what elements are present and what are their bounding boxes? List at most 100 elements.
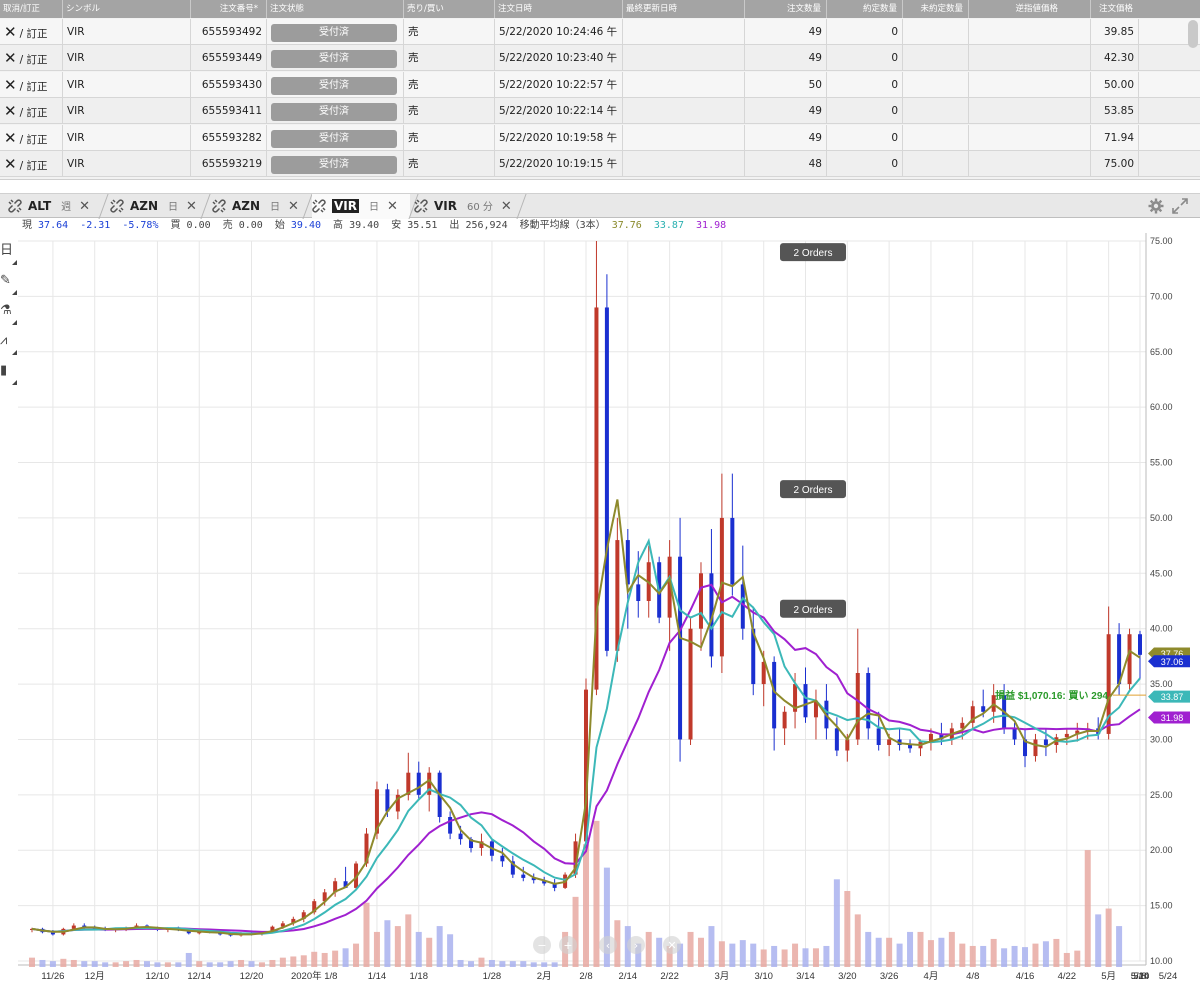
order-marker[interactable]: 2 Orders [780,243,846,262]
x-tick-label: 2020年 1/8 [291,970,337,982]
tab-symbol: VIR [434,199,457,213]
order-unfilled [902,71,968,98]
price-chart[interactable]: 75.00 70.00 65.00 60.00 55.00 50.00 45.00 40.00… [0,233,1200,986]
chart-tab-alt[interactable]: ALT 週 ✕ [8,194,100,219]
chart-tab-azn[interactable]: AZN 日 ✕ [212,194,304,219]
close-tab-icon[interactable]: ✕ [186,199,197,214]
volume-bar [478,957,485,967]
order-symbol: VIR [62,124,190,151]
chart-tab-azn[interactable]: AZN 日 ✕ [110,194,202,219]
header-side[interactable]: 売り/買い [403,0,491,18]
chart-tab-vir[interactable]: VIR 60 分 ✕ [414,194,518,219]
order-list-panel: 取消/訂正 シンボル 注文番号* 注文状態 売り/買い 注文日時 最終更新日時 … [0,0,1200,180]
candle-body [521,874,526,878]
volume-label: 出 [449,220,460,231]
modify-link[interactable]: / 訂正 [20,107,48,119]
order-row[interactable]: ✕ / 訂正 VIR 655593411 受付済売 5/22/2020 10:22:14 … [0,98,1200,125]
candle-body [698,573,703,629]
position-pnl-label: 損益 $1,070.16: 買い 294 [995,689,1108,702]
order-table-scrollbar[interactable] [1188,20,1198,48]
link-broken-icon[interactable] [110,199,124,213]
close-icon[interactable]: ✕ [4,155,17,173]
scroll-right-icon[interactable]: › [627,936,645,954]
header-status[interactable]: 注文状態 [266,0,402,18]
candle-body [782,711,787,729]
candle-body [803,684,808,718]
link-broken-icon[interactable] [312,199,326,213]
header-updated[interactable]: 最終更新日時 [622,0,742,18]
scroll-left-icon[interactable]: ‹ [599,936,617,954]
volume-bar [217,962,224,967]
close-tab-icon[interactable]: ✕ [79,199,90,214]
order-marker[interactable]: 2 Orders [780,480,846,499]
price-tag-label: 33.87 [1161,692,1184,702]
close-icon[interactable]: ✕ [4,102,17,120]
status-badge: 受付済 [271,76,397,95]
price-tag: 31.98 [1148,711,1190,724]
header-datetime[interactable]: 注文日時 [494,0,620,18]
header-unfilled[interactable]: 未約定数量 [902,0,966,18]
link-broken-icon[interactable] [212,199,226,213]
order-order-no: 655593282 [190,124,266,151]
order-row[interactable]: ✕ / 訂正 VIR 655593219 受付済売 5/22/2020 10:19:15 … [0,151,1200,177]
close-tab-icon[interactable]: ✕ [387,199,398,214]
order-price: 39.85 [1090,19,1138,45]
modify-link[interactable]: / 訂正 [20,28,48,40]
modify-link[interactable]: / 訂正 [20,81,48,93]
close-icon[interactable]: ✕ [4,129,17,147]
zoom-in-icon[interactable]: + [559,936,577,954]
chart-tab-bar: ALT 週 ✕ AZN 日 ✕ AZN 日 ✕ VIR 日 ✕ VIR 60 分 ✕ [0,193,1200,219]
header-stop-price[interactable]: 逆指値価格 [968,0,1088,18]
header-filled[interactable]: 約定数量 [826,0,900,18]
high-price: 39.40 [349,220,380,231]
header-qty[interactable]: 注文数量 [744,0,824,18]
order-row[interactable]: ✕ / 訂正 VIR 655593492 受付済売 5/22/2020 10:24:46 … [0,19,1200,45]
modify-link[interactable]: / 訂正 [20,160,48,172]
order-stop [968,71,1090,98]
volume-bar [363,902,370,967]
close-icon[interactable]: ✕ [4,76,17,94]
order-row[interactable]: ✕ / 訂正 VIR 655593430 受付済売 5/22/2020 10:22:57 … [0,71,1200,98]
chart-tab-vir[interactable]: VIR 日 ✕ [312,194,410,219]
close-icon[interactable]: ✕ [4,49,17,67]
order-marker[interactable]: 2 Orders [780,599,846,618]
link-broken-icon[interactable] [414,199,428,213]
header-cancel[interactable]: 取消/訂正 [0,0,58,18]
cancel-modify-cell: ✕ / 訂正 [0,19,62,45]
ask-label: 売 [222,220,233,231]
reset-zoom-icon[interactable]: ✕ [663,936,681,954]
close-tab-icon[interactable]: ✕ [288,199,299,214]
volume-bar [541,962,548,967]
close-icon[interactable]: ✕ [4,23,17,41]
candle-body [615,540,620,651]
order-unfilled [902,124,968,151]
order-row[interactable]: ✕ / 訂正 VIR 655593282 受付済売 5/22/2020 10:19:58 … [0,124,1200,151]
link-broken-icon[interactable] [8,199,22,213]
x-tick-label: 2月 [537,971,552,982]
order-datetime: 5/22/2020 10:24:46 午 [494,19,622,45]
zoom-out-icon[interactable]: − [533,936,551,954]
close-tab-icon[interactable]: ✕ [501,199,512,214]
header-symbol[interactable]: シンボル [62,0,188,18]
settings-gear-icon[interactable] [1148,198,1164,214]
modify-link[interactable]: / 訂正 [20,54,48,66]
candle-body [908,745,913,749]
volume-bar [488,959,495,967]
last-price: 37.64 [38,220,69,231]
order-row[interactable]: ✕ / 訂正 VIR 655593449 受付済売 5/22/2020 10:23:40 … [0,45,1200,72]
order-unfilled [902,98,968,125]
order-updated [622,45,744,72]
volume-bar [781,949,788,967]
status-cell: 受付済 [266,71,403,98]
volume-bar [102,962,109,967]
x-tick-label: 12月 [85,971,105,982]
candle-body [876,728,881,745]
candle-body [1127,634,1132,685]
header-price[interactable]: 注文価格 [1090,0,1136,18]
volume-bar [81,961,88,967]
modify-link[interactable]: / 訂正 [20,134,48,146]
expand-icon[interactable] [1172,198,1188,214]
header-order-no[interactable]: 注文番号* [190,0,266,18]
candle-body [730,517,735,585]
high-label: 高 [333,220,344,231]
